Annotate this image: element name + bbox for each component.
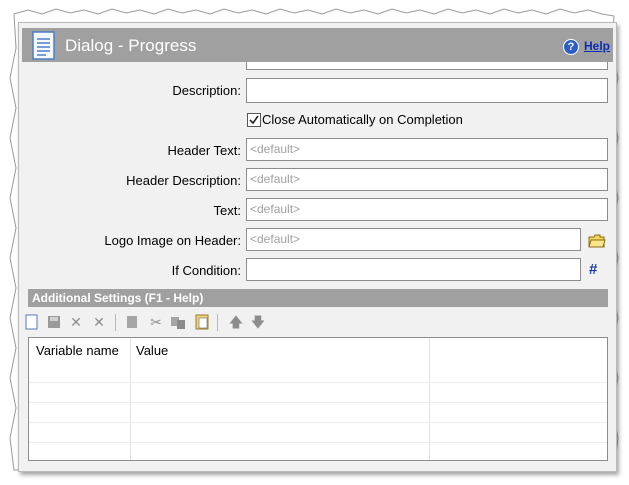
hash-icon[interactable]: # [589, 261, 597, 278]
close-automatically-checkbox[interactable] [247, 113, 261, 127]
toolbar-separator [217, 314, 218, 331]
save-icon[interactable] [46, 313, 62, 331]
logo-image-label: Logo Image on Header: [104, 233, 241, 248]
header-description-label: Header Description: [126, 173, 241, 188]
arrow-down-icon[interactable]: 🡇 [250, 313, 266, 331]
toolbar-separator [115, 314, 116, 331]
grid-row-line [29, 422, 607, 423]
remove-icon[interactable]: ✕ [91, 313, 107, 331]
additional-settings-title: Additional Settings (F1 - Help) [32, 291, 204, 305]
header-text-label: Header Text: [167, 143, 241, 158]
if-condition-label: If Condition: [171, 263, 241, 278]
logo-image-field[interactable]: <default> [246, 228, 581, 251]
additional-settings-header: Additional Settings (F1 - Help) [28, 289, 608, 307]
if-condition-field[interactable] [246, 258, 581, 281]
help-icon[interactable]: ? [563, 39, 579, 55]
copy-icon[interactable] [124, 313, 140, 331]
grid-row-line [29, 442, 607, 443]
column-header-value[interactable]: Value [136, 343, 168, 358]
header-description-field[interactable]: <default> [246, 168, 608, 191]
description-label: Description: [172, 83, 241, 98]
folder-open-icon[interactable] [588, 234, 606, 248]
document-icon [32, 31, 55, 60]
cut-icon[interactable]: ✂ [148, 313, 164, 331]
checkmark-icon [249, 115, 259, 125]
field-stub [246, 62, 608, 70]
grid-row-line [29, 402, 607, 403]
help-link[interactable]: Help [584, 39, 610, 53]
delete-icon[interactable]: ✕ [68, 313, 84, 331]
grid-row-line [29, 382, 607, 383]
close-automatically-label[interactable]: Close Automatically on Completion [262, 112, 463, 127]
paste-icon[interactable] [194, 313, 210, 331]
text-label: Text: [213, 203, 241, 218]
page-title: Dialog - Progress [65, 36, 197, 55]
duplicate-icon[interactable] [170, 313, 186, 331]
text-field[interactable]: <default> [246, 198, 608, 221]
new-icon[interactable] [24, 313, 40, 331]
arrow-up-icon[interactable]: 🡅 [228, 313, 244, 331]
header-text-field[interactable]: <default> [246, 138, 608, 161]
column-header-variable-name[interactable]: Variable name [36, 343, 119, 358]
description-field[interactable] [246, 78, 608, 103]
